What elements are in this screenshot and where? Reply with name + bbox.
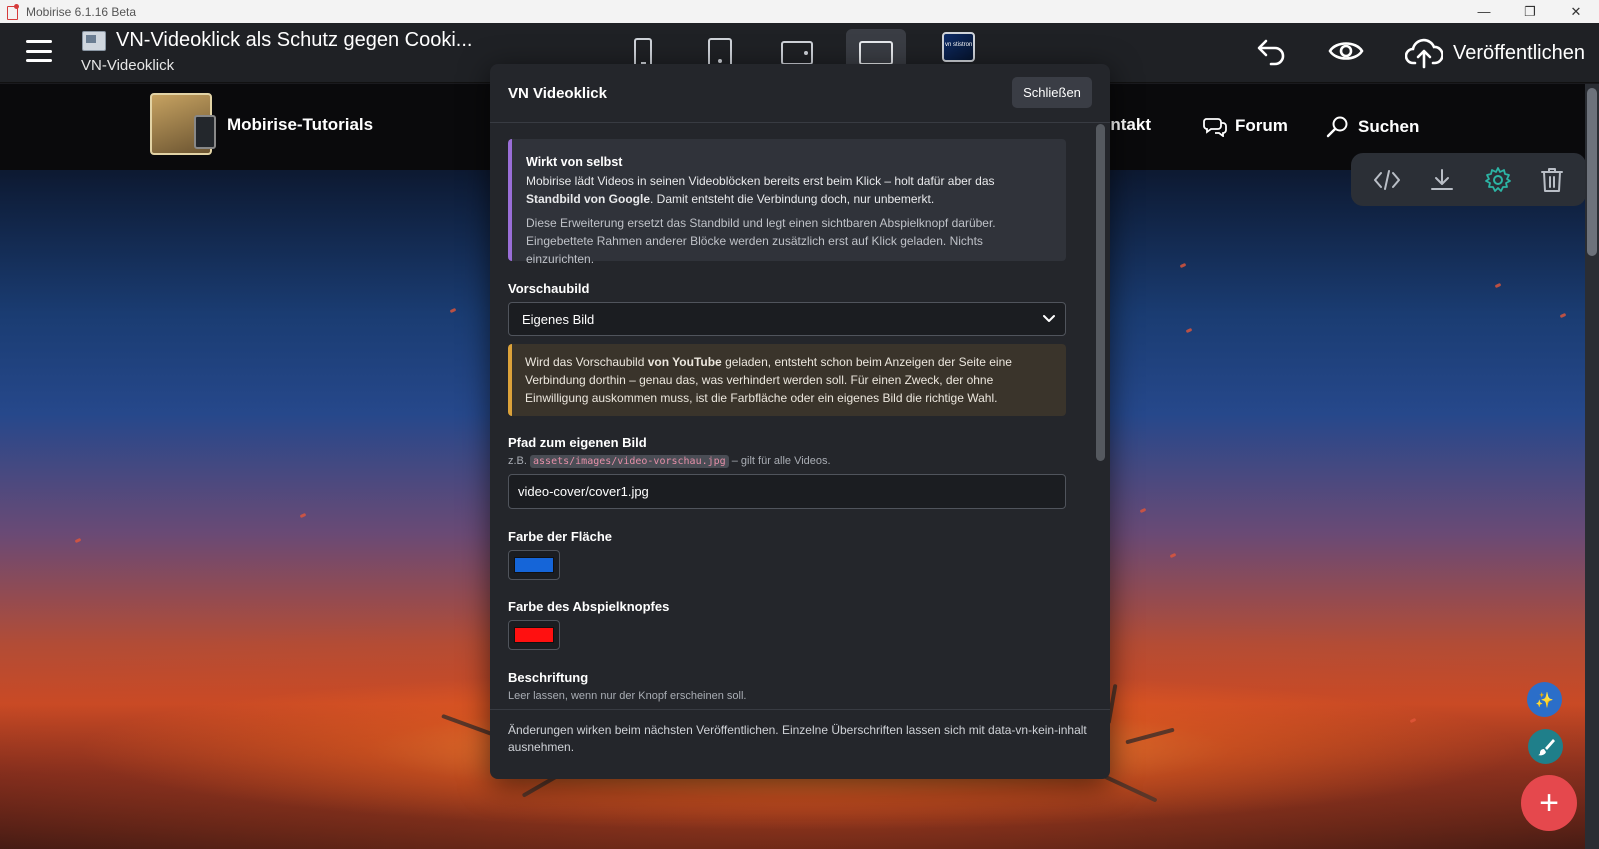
mobirise-app-icon xyxy=(6,3,20,20)
info-text-bold: Standbild von Google xyxy=(526,192,650,206)
nav-link-suchen[interactable]: Suchen xyxy=(1326,115,1419,139)
app-title: Mobirise 6.1.16 Beta xyxy=(26,4,137,19)
caption-label: Beschriftung xyxy=(508,670,589,685)
preview-image-value: Eigenes Bild xyxy=(522,312,595,327)
cloud-upload-icon xyxy=(1405,38,1443,69)
undo-icon[interactable] xyxy=(1255,35,1287,72)
dialog-footer-note: Änderungen wirken beim nächsten Veröffen… xyxy=(490,709,1110,779)
info-paragraph: Mobirise lädt Videos in seinen Videoblöc… xyxy=(526,172,1052,208)
trash-icon[interactable] xyxy=(1540,166,1564,194)
maximize-button[interactable]: ❐ xyxy=(1507,0,1553,23)
warning-text-bold: von YouTube xyxy=(647,355,722,369)
block-toolbar xyxy=(1351,153,1586,206)
os-title-bar: Mobirise 6.1.16 Beta — ❐ ✕ xyxy=(0,0,1599,23)
dialog-header: VN Videoklick Schließen xyxy=(490,64,1110,123)
image-path-hint: z.B. assets/images/video-vorschau.jpg – … xyxy=(508,455,831,468)
window-controls: — ❐ ✕ xyxy=(1461,0,1599,23)
desktop-icon xyxy=(859,41,893,69)
site-logo[interactable] xyxy=(150,93,216,155)
ai-assistant-button[interactable]: ✨ xyxy=(1527,682,1562,717)
hint-code: assets/images/video-vorschau.jpg xyxy=(530,455,729,468)
info-title: Wirkt von selbst xyxy=(526,155,623,169)
tablet-landscape-icon xyxy=(781,41,813,65)
warning-text: Wird das Vorschaubild xyxy=(525,355,648,369)
decor-ember xyxy=(1494,282,1502,289)
code-icon[interactable] xyxy=(1373,168,1401,192)
download-icon[interactable] xyxy=(1429,167,1455,193)
info-text: Mobirise lädt Videos in seinen Videoblöc… xyxy=(526,174,995,188)
dialog-title: VN Videoklick xyxy=(508,85,607,102)
page-subtitle: VN-Videoklick xyxy=(81,57,175,74)
publish-button[interactable]: Veröffentlichen xyxy=(1405,37,1585,69)
info-callout: Wirkt von selbst Mobirise lädt Videos in… xyxy=(508,139,1066,266)
decor-ember xyxy=(1409,717,1417,724)
site-brand[interactable]: Mobirise-Tutorials xyxy=(227,115,373,135)
decor-ember xyxy=(1185,327,1193,334)
close-dialog-button[interactable]: Schließen xyxy=(1012,77,1092,108)
decor-ember xyxy=(449,307,457,314)
image-path-input[interactable]: video-cover/cover1.jpg xyxy=(508,474,1066,509)
area-color-label: Farbe der Fläche xyxy=(508,529,613,544)
info-text: . Damit entsteht die Verbindung doch, nu… xyxy=(650,192,935,206)
theme-thumbnail[interactable]: vn stistron xyxy=(942,32,975,62)
add-block-button[interactable]: + xyxy=(1521,775,1577,831)
preview-eye-icon[interactable] xyxy=(1328,38,1364,69)
nav-link-forum[interactable]: Forum xyxy=(1203,115,1288,137)
close-window-button[interactable]: ✕ xyxy=(1553,0,1599,23)
play-button-color-swatch xyxy=(514,627,554,643)
warning-callout: Wird das Vorschaubild von YouTube gelade… xyxy=(508,344,1066,416)
decor-ember xyxy=(1559,312,1567,319)
publish-label: Veröffentlichen xyxy=(1453,41,1585,64)
hamburger-menu-icon[interactable] xyxy=(26,40,52,62)
nav-link-label: Forum xyxy=(1235,116,1288,135)
preview-image-select[interactable]: Eigenes Bild xyxy=(508,302,1066,336)
page-title[interactable]: VN-Videoklick als Schutz gegen Cooki... xyxy=(116,29,472,52)
search-icon xyxy=(1326,116,1348,138)
decor-debris xyxy=(1125,727,1175,745)
info-paragraph-secondary: Diese Erweiterung ersetzt das Standbild … xyxy=(526,216,996,266)
nav-link-label: Suchen xyxy=(1358,117,1420,136)
chevron-down-icon xyxy=(1043,315,1055,322)
gear-icon[interactable] xyxy=(1484,166,1512,194)
caption-hint: Leer lassen, wenn nur der Knopf erschein… xyxy=(508,690,747,702)
preview-image-label: Vorschaubild xyxy=(508,281,590,296)
dialog-body: Wirkt von selbst Mobirise lädt Videos in… xyxy=(490,124,1110,709)
page-scrollbar[interactable] xyxy=(1585,84,1599,849)
area-color-picker[interactable] xyxy=(508,550,560,580)
play-button-color-label: Farbe des Abspielknopfes xyxy=(508,599,670,614)
decor-ember xyxy=(1139,507,1147,514)
decor-ember xyxy=(1179,262,1187,269)
hint-text: z.B. xyxy=(508,455,531,467)
decor-ember xyxy=(1169,552,1177,559)
area-color-swatch xyxy=(514,557,554,573)
styles-brush-button[interactable] xyxy=(1528,729,1563,764)
hint-text: – gilt für alle Videos. xyxy=(728,455,831,467)
chat-icon xyxy=(1203,118,1227,137)
image-path-label: Pfad zum eigenen Bild xyxy=(508,435,647,450)
play-button-color-picker[interactable] xyxy=(508,620,560,650)
decor-ember xyxy=(74,537,82,544)
page-thumbnail-icon xyxy=(82,31,106,51)
dialog-scrollbar[interactable] xyxy=(1094,124,1107,709)
vn-videoklick-dialog: VN Videoklick Schließen Wirkt von selbst… xyxy=(490,64,1110,779)
minimize-button[interactable]: — xyxy=(1461,0,1507,23)
brush-icon xyxy=(1537,738,1555,755)
decor-ember xyxy=(299,512,307,519)
